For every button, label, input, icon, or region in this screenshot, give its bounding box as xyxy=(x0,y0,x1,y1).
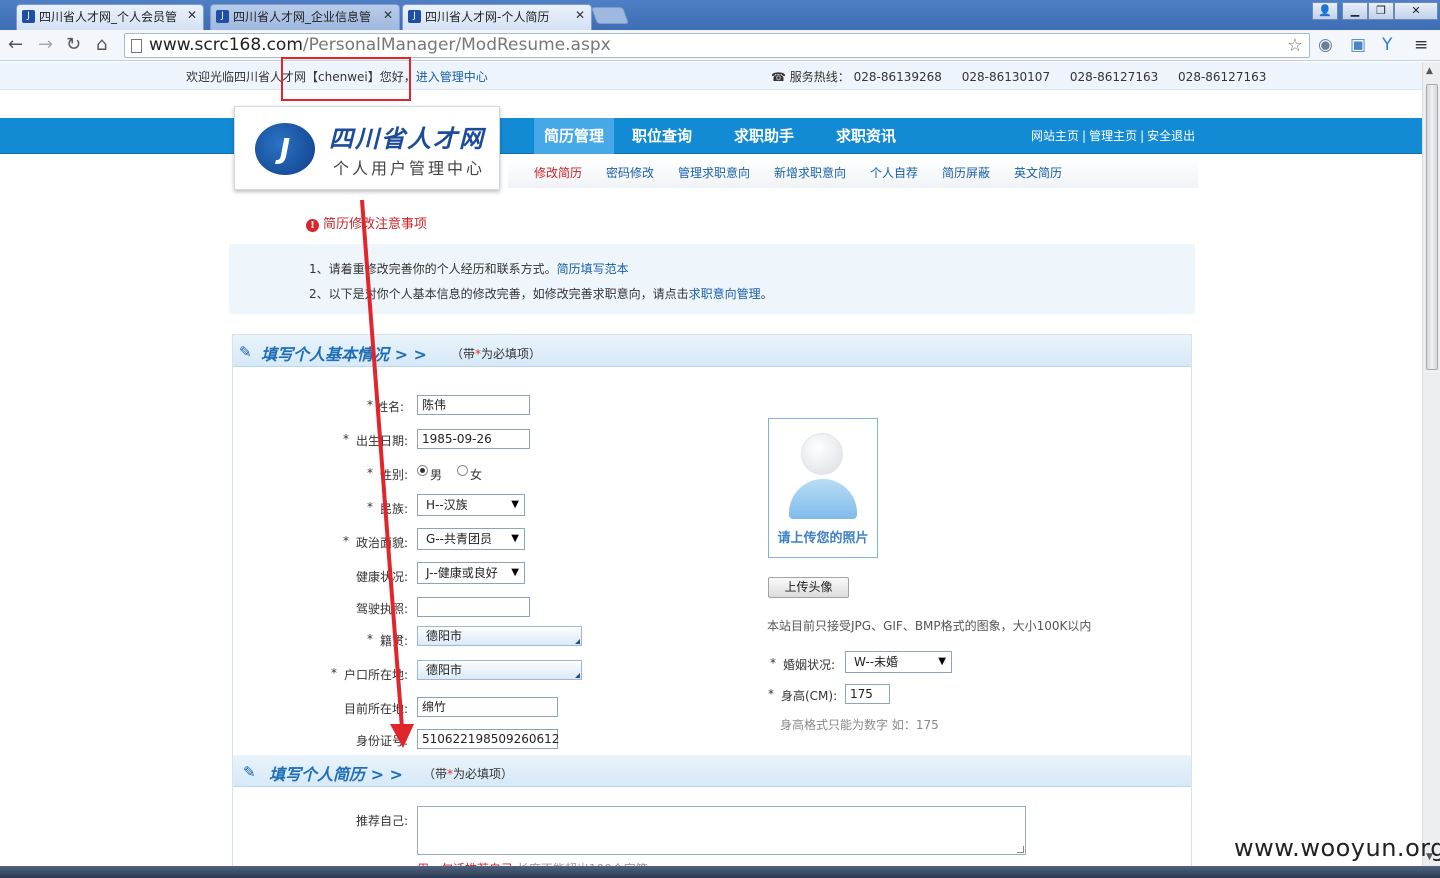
watermark: www.wooyun.org xyxy=(1234,834,1440,862)
os-taskbar xyxy=(0,866,1440,878)
annotation-arrow-icon xyxy=(360,199,414,748)
